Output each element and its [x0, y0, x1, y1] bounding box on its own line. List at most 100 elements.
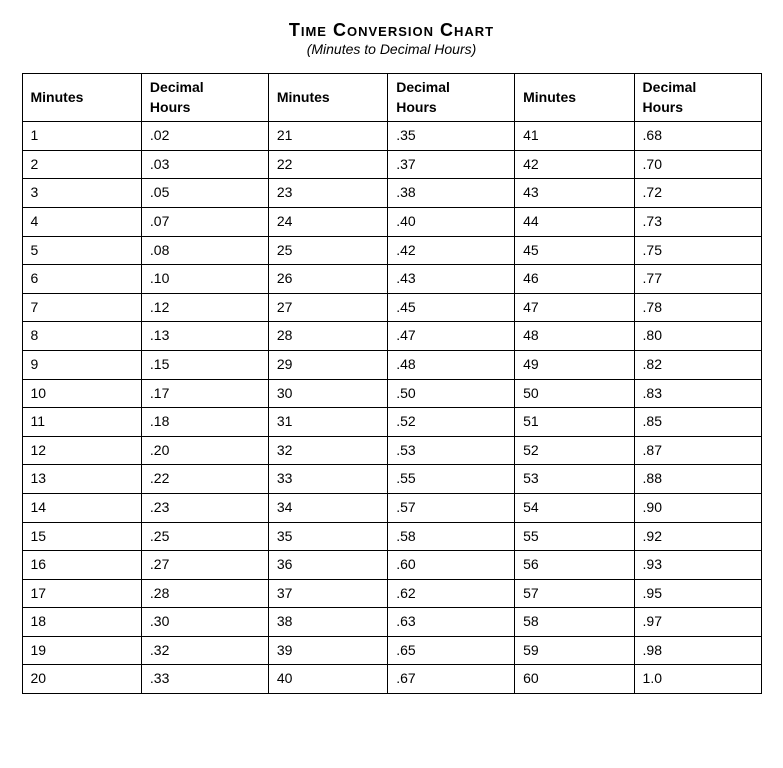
table-row: 17.2837.6257.95 — [22, 579, 761, 608]
page-container: Time Conversion Chart (Minutes to Decima… — [22, 20, 762, 694]
cell-min2: 24 — [268, 207, 387, 236]
header-minutes-2: Minutes — [268, 74, 387, 122]
conversion-table: Minutes DecimalHours Minutes DecimalHour… — [22, 73, 762, 694]
cell-dec1: .10 — [141, 265, 268, 294]
cell-dec3: .82 — [634, 350, 761, 379]
table-row: 20.3340.67601.0 — [22, 665, 761, 694]
main-title: Time Conversion Chart — [22, 20, 762, 41]
table-row: 18.3038.6358.97 — [22, 608, 761, 637]
cell-dec2: .42 — [388, 236, 515, 265]
cell-min3: 55 — [515, 522, 634, 551]
cell-min2: 40 — [268, 665, 387, 694]
cell-dec2: .63 — [388, 608, 515, 637]
cell-min2: 21 — [268, 122, 387, 151]
cell-min3: 41 — [515, 122, 634, 151]
table-row: 11.1831.5251.85 — [22, 408, 761, 437]
cell-dec1: .33 — [141, 665, 268, 694]
table-row: 16.2736.6056.93 — [22, 551, 761, 580]
cell-dec1: .17 — [141, 379, 268, 408]
cell-dec1: .08 — [141, 236, 268, 265]
cell-dec3: .92 — [634, 522, 761, 551]
cell-min3: 46 — [515, 265, 634, 294]
cell-dec1: .02 — [141, 122, 268, 151]
cell-dec2: .48 — [388, 350, 515, 379]
cell-min2: 22 — [268, 150, 387, 179]
cell-min1: 8 — [22, 322, 141, 351]
cell-dec3: .87 — [634, 436, 761, 465]
cell-min2: 27 — [268, 293, 387, 322]
cell-min3: 44 — [515, 207, 634, 236]
cell-dec1: .18 — [141, 408, 268, 437]
cell-min2: 31 — [268, 408, 387, 437]
cell-dec2: .37 — [388, 150, 515, 179]
cell-dec2: .57 — [388, 493, 515, 522]
subtitle: (Minutes to Decimal Hours) — [22, 41, 762, 57]
cell-dec1: .12 — [141, 293, 268, 322]
cell-dec2: .35 — [388, 122, 515, 151]
cell-dec1: .25 — [141, 522, 268, 551]
cell-dec3: .75 — [634, 236, 761, 265]
cell-min1: 15 — [22, 522, 141, 551]
cell-dec2: .43 — [388, 265, 515, 294]
cell-min2: 33 — [268, 465, 387, 494]
cell-dec2: .58 — [388, 522, 515, 551]
table-row: 7.1227.4547.78 — [22, 293, 761, 322]
cell-dec2: .40 — [388, 207, 515, 236]
cell-dec3: .78 — [634, 293, 761, 322]
cell-min2: 32 — [268, 436, 387, 465]
cell-min1: 17 — [22, 579, 141, 608]
cell-dec2: .52 — [388, 408, 515, 437]
cell-min1: 18 — [22, 608, 141, 637]
cell-dec3: .97 — [634, 608, 761, 637]
cell-min2: 28 — [268, 322, 387, 351]
cell-min3: 45 — [515, 236, 634, 265]
table-row: 9.1529.4849.82 — [22, 350, 761, 379]
cell-min2: 30 — [268, 379, 387, 408]
table-row: 4.0724.4044.73 — [22, 207, 761, 236]
cell-min3: 60 — [515, 665, 634, 694]
cell-min1: 4 — [22, 207, 141, 236]
cell-min3: 49 — [515, 350, 634, 379]
table-row: 13.2233.5553.88 — [22, 465, 761, 494]
cell-dec2: .45 — [388, 293, 515, 322]
cell-min1: 12 — [22, 436, 141, 465]
cell-min3: 50 — [515, 379, 634, 408]
cell-dec3: .85 — [634, 408, 761, 437]
header-decimal-1: DecimalHours — [141, 74, 268, 122]
cell-min2: 39 — [268, 636, 387, 665]
cell-min2: 25 — [268, 236, 387, 265]
cell-dec1: .05 — [141, 179, 268, 208]
cell-dec3: .72 — [634, 179, 761, 208]
header-minutes-1: Minutes — [22, 74, 141, 122]
cell-min1: 11 — [22, 408, 141, 437]
cell-min1: 19 — [22, 636, 141, 665]
cell-min1: 20 — [22, 665, 141, 694]
cell-min1: 7 — [22, 293, 141, 322]
table-row: 5.0825.4245.75 — [22, 236, 761, 265]
cell-dec2: .53 — [388, 436, 515, 465]
table-row: 19.3239.6559.98 — [22, 636, 761, 665]
table-row: 10.1730.5050.83 — [22, 379, 761, 408]
cell-min2: 29 — [268, 350, 387, 379]
cell-dec1: .23 — [141, 493, 268, 522]
cell-dec1: .15 — [141, 350, 268, 379]
cell-dec3: .83 — [634, 379, 761, 408]
table-row: 12.2032.5352.87 — [22, 436, 761, 465]
cell-min3: 43 — [515, 179, 634, 208]
cell-min2: 36 — [268, 551, 387, 580]
header-minutes-3: Minutes — [515, 74, 634, 122]
cell-dec3: .88 — [634, 465, 761, 494]
cell-min3: 52 — [515, 436, 634, 465]
table-row: 1.0221.3541.68 — [22, 122, 761, 151]
cell-dec2: .38 — [388, 179, 515, 208]
cell-dec2: .60 — [388, 551, 515, 580]
cell-min2: 35 — [268, 522, 387, 551]
cell-min1: 5 — [22, 236, 141, 265]
cell-dec2: .50 — [388, 379, 515, 408]
cell-dec3: .98 — [634, 636, 761, 665]
cell-dec1: .28 — [141, 579, 268, 608]
table-header-row: Minutes DecimalHours Minutes DecimalHour… — [22, 74, 761, 122]
cell-min2: 23 — [268, 179, 387, 208]
cell-dec1: .32 — [141, 636, 268, 665]
cell-dec1: .22 — [141, 465, 268, 494]
